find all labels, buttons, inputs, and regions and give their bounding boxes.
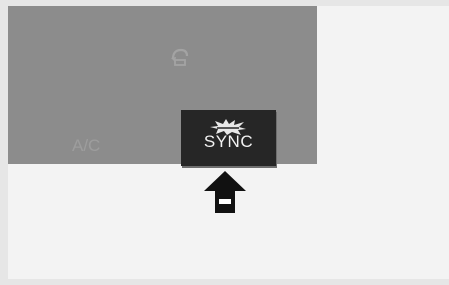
- sync-button[interactable]: SYNC: [181, 110, 276, 166]
- ac-ghost-label: A/C: [72, 136, 101, 155]
- screen-border-bottom: [0, 279, 449, 285]
- screen-border-left: [0, 0, 8, 285]
- recirculation-icon: [171, 48, 189, 66]
- up-arrow-icon: [204, 171, 246, 213]
- sync-label: SYNC: [203, 132, 254, 151]
- screen: A/C SYNC: [0, 0, 449, 285]
